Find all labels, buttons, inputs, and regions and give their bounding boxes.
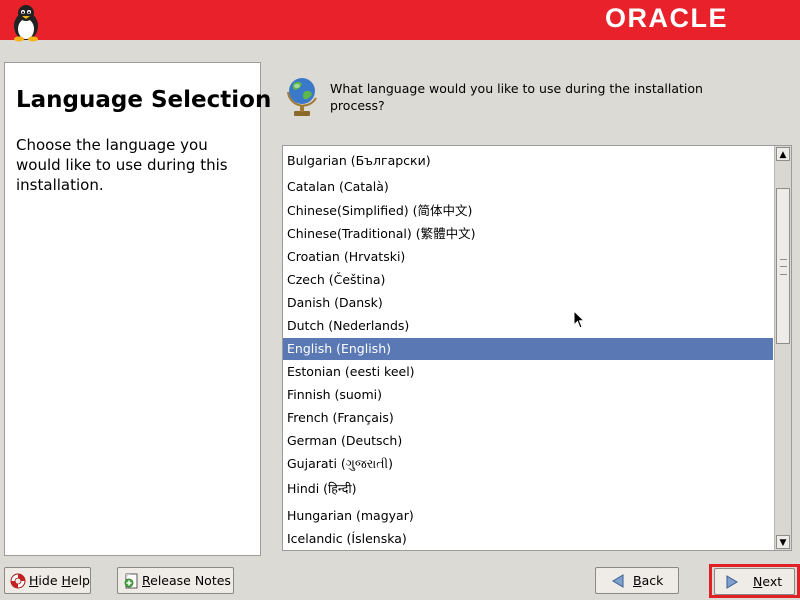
language-item[interactable]: Catalan (Català) [283,176,773,198]
language-item[interactable]: Hungarian (magyar) [283,505,773,527]
help-pane: Language Selection Choose the language y… [4,62,271,556]
tux-penguin-icon [14,5,38,42]
lifebuoy-icon [10,573,26,589]
language-item[interactable]: Chinese(Simplified) (简体中文) [283,200,773,222]
grip-icon [780,259,787,275]
language-list-box: Bulgarian (Български) Catalan (Català) Chi… [282,145,792,551]
language-item[interactable]: Dutch (Nederlands) [283,315,773,337]
notes-icon [124,573,138,589]
globe-icon [287,78,317,116]
scrollbar-thumb[interactable] [776,188,790,344]
help-text: Choose the language you would like to us… [16,136,228,194]
release-notes-label: Release Notes [142,573,231,588]
question-text: What language would you like to use duri… [330,81,703,113]
language-item[interactable]: Croatian (Hrvatski) [283,246,773,268]
back-arrow-icon [612,574,624,588]
language-item[interactable]: Danish (Dansk) [283,292,773,314]
language-item[interactable]: French (Français) [283,407,773,429]
language-item[interactable]: Gujarati (ગુજરાતી) [283,453,773,475]
language-item[interactable]: Icelandic (Íslenska) [283,528,773,550]
header-bar: ORACLE [0,0,800,42]
language-item[interactable]: Estonian (eesti keel) [283,361,773,383]
next-label: Next [753,574,783,589]
language-item[interactable]: Bulgarian (Български) [283,150,773,172]
scroll-up-icon[interactable]: ▲ [776,147,790,161]
next-arrow-icon [726,575,738,589]
language-item[interactable]: Hindi (हिन्दी) [283,478,773,500]
next-button[interactable]: Next [714,568,795,595]
language-item[interactable]: Czech (Čeština) [283,269,773,291]
back-button[interactable]: Back [595,567,679,594]
language-item[interactable]: Chinese(Traditional) (繁體中文) [283,223,773,245]
release-notes-button[interactable]: Release Notes [117,567,234,594]
mouse-pointer-icon [573,310,585,329]
hide-help-button[interactable]: Hide Help [4,567,91,594]
language-list[interactable]: Bulgarian (Български) Catalan (Català) Chi… [283,146,773,550]
help-title: Language Selection [16,87,272,113]
language-item[interactable]: Finnish (suomi) [283,384,773,406]
next-focus-frame: Next [709,564,800,598]
language-item[interactable]: English (English) [283,338,773,360]
hide-help-label: Hide Help [29,573,90,588]
vertical-scrollbar[interactable]: ▲ ▼ [774,146,791,550]
language-item[interactable]: German (Deutsch) [283,430,773,452]
scroll-down-icon[interactable]: ▼ [776,535,790,549]
oracle-logo: ORACLE [605,3,728,33]
back-label: Back [633,573,664,588]
